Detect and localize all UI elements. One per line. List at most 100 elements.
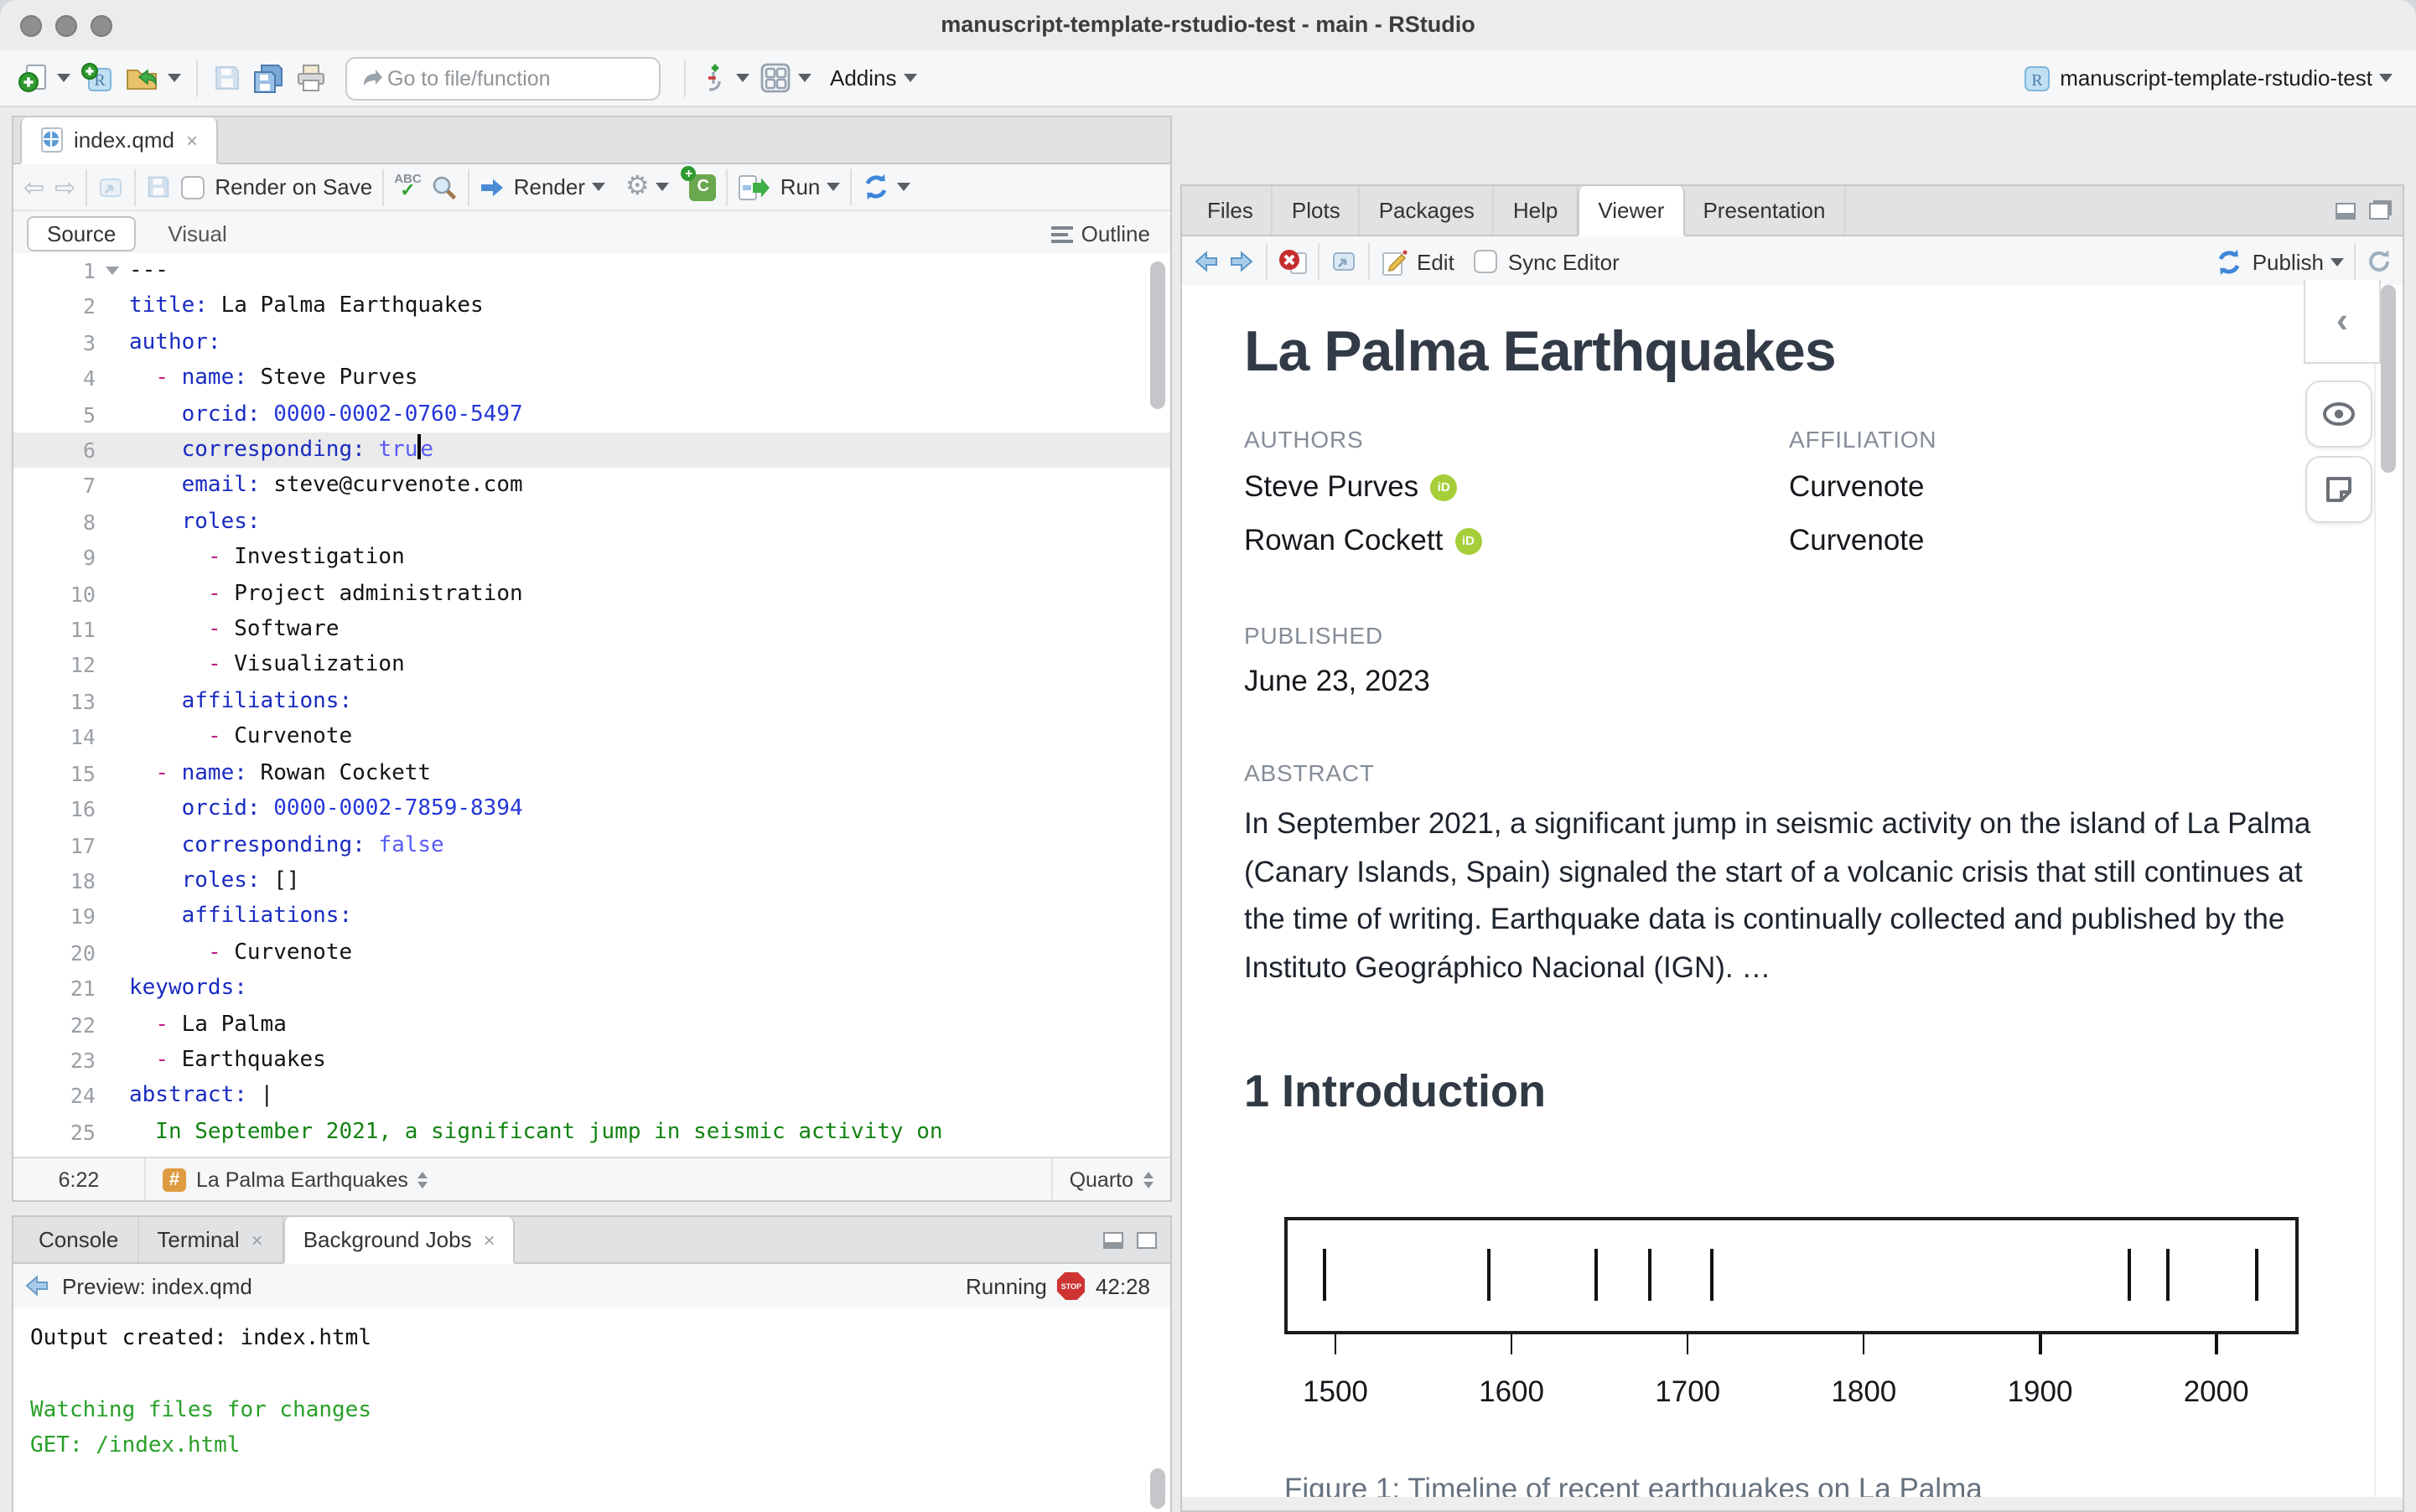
run-button[interactable]: Run xyxy=(780,174,821,199)
code-line[interactable]: 9 - Investigation xyxy=(13,541,1170,577)
close-terminal-icon[interactable]: × xyxy=(251,1228,263,1251)
tab-background-jobs[interactable]: Background Jobs × xyxy=(283,1217,516,1264)
search-icon[interactable] xyxy=(432,173,459,200)
code-line[interactable]: 11 - Software xyxy=(13,612,1170,648)
code-editor[interactable]: 1 --- 2 title: La Palma Earthquakes 3 author:… xyxy=(13,253,1170,1158)
code-line[interactable]: 25 In September 2021, a significant jump… xyxy=(13,1115,1170,1151)
publish-button[interactable]: Publish xyxy=(2253,249,2324,274)
viewer-back-icon[interactable] xyxy=(1192,250,1219,273)
viewer-content[interactable]: La Palma Earthquakes AUTHORS AFFILIATION… xyxy=(1182,285,2403,1510)
notes-button[interactable] xyxy=(2305,456,2372,523)
tab-index-qmd[interactable]: index.qmd × xyxy=(20,117,218,164)
render-caret[interactable] xyxy=(592,183,605,191)
goto-file-input[interactable] xyxy=(384,65,609,91)
version-control-caret xyxy=(736,74,749,82)
clear-viewer-icon[interactable] xyxy=(1278,247,1308,276)
tab-console[interactable]: Console xyxy=(20,1217,139,1262)
console-scrollbar[interactable] xyxy=(1150,1468,1165,1509)
close-background-jobs-icon[interactable]: × xyxy=(484,1228,495,1251)
sync-editor-checkbox[interactable] xyxy=(1474,250,1498,273)
code-line[interactable]: 17 corresponding: false xyxy=(13,827,1170,863)
code-line[interactable]: 13 affiliations: xyxy=(13,684,1170,720)
code-line[interactable]: 7 email: steve@curvenote.com xyxy=(13,469,1170,505)
publish-caret[interactable] xyxy=(2330,257,2344,266)
code-line[interactable]: 3 author: xyxy=(13,325,1170,361)
tab-viewer[interactable]: Viewer xyxy=(1578,186,1685,236)
outline-button[interactable]: Outline xyxy=(1050,221,1157,246)
code-line[interactable]: 20 - Curvenote xyxy=(13,935,1170,971)
gear-icon[interactable]: ⚙ xyxy=(625,173,650,200)
source-caret[interactable] xyxy=(897,183,911,191)
tab-plots[interactable]: Plots xyxy=(1273,186,1361,235)
editor-scrollbar[interactable] xyxy=(1150,261,1165,409)
spellcheck-icon[interactable]: ABC ✓ xyxy=(394,173,422,201)
save-doc-icon[interactable] xyxy=(146,174,171,199)
viewer-forward-icon[interactable] xyxy=(1229,250,1256,273)
new-file-button[interactable] xyxy=(18,62,70,94)
popout-icon[interactable] xyxy=(97,175,124,199)
code-line[interactable]: 22 - La Palma xyxy=(13,1007,1170,1043)
document-outline-selector[interactable]: # La Palma Earthquakes xyxy=(144,1158,445,1200)
code-line[interactable]: 18 roles: [] xyxy=(13,863,1170,899)
forward-icon[interactable]: ⇨ xyxy=(54,172,75,202)
orcid-icon[interactable]: iD xyxy=(1430,474,1458,500)
render-on-save-checkbox[interactable] xyxy=(181,175,205,199)
tab-help[interactable]: Help xyxy=(1495,186,1579,235)
viewer-popout-icon[interactable] xyxy=(1330,250,1358,273)
close-tab-icon[interactable]: × xyxy=(186,128,198,152)
insert-chunk-icon[interactable]: C + xyxy=(681,165,717,200)
mode-visual-button[interactable]: Visual xyxy=(149,218,245,250)
code-line[interactable]: 2 title: La Palma Earthquakes xyxy=(13,289,1170,325)
code-line[interactable]: 16 orcid: 0000-0002-7859-8394 xyxy=(13,791,1170,827)
print-button[interactable] xyxy=(295,64,327,92)
gear-caret[interactable] xyxy=(656,183,670,191)
tab-packages[interactable]: Packages xyxy=(1361,186,1495,235)
new-project-button[interactable]: R xyxy=(80,62,116,94)
code-line[interactable]: 8 roles: xyxy=(13,505,1170,541)
version-control-button[interactable] xyxy=(701,62,749,94)
source-rerun-icon[interactable] xyxy=(862,173,890,201)
save-all-button[interactable] xyxy=(251,63,285,93)
code-line[interactable]: 15 - name: Rowan Cockett xyxy=(13,755,1170,791)
refresh-icon[interactable] xyxy=(2366,248,2393,275)
tab-files[interactable]: Files xyxy=(1189,186,1273,235)
tab-presentation[interactable]: Presentation xyxy=(1684,186,1846,235)
open-file-button[interactable] xyxy=(126,64,181,92)
save-button[interactable] xyxy=(213,64,241,92)
code-line[interactable]: 1 --- xyxy=(13,253,1170,289)
run-caret[interactable] xyxy=(827,183,841,191)
code-line[interactable]: 21 keywords: xyxy=(13,971,1170,1007)
visibility-button[interactable] xyxy=(2305,381,2372,448)
collapse-sidebar-button[interactable]: ‹ xyxy=(2304,280,2381,364)
chevron-left-icon: ‹ xyxy=(2336,301,2348,339)
maximize-viewer-pane-icon[interactable] xyxy=(2369,202,2389,219)
code-line[interactable]: 14 - Curvenote xyxy=(13,720,1170,756)
goto-file-search[interactable] xyxy=(345,56,661,100)
minimize-viewer-pane-icon[interactable] xyxy=(2336,202,2356,219)
maximize-pane-icon[interactable] xyxy=(1137,1231,1157,1248)
job-back-icon[interactable] xyxy=(23,1274,49,1297)
code-line[interactable]: 12 - Visualization xyxy=(13,648,1170,684)
code-line[interactable]: 10 - Project administration xyxy=(13,576,1170,612)
console-output[interactable]: Output created: index.html Watching file… xyxy=(13,1307,1170,1512)
mode-source-button[interactable]: Source xyxy=(27,216,137,251)
render-button[interactable]: Render xyxy=(514,174,585,199)
code-line[interactable]: 23 - Earthquakes xyxy=(13,1043,1170,1079)
orcid-icon[interactable]: iD xyxy=(1454,527,1482,554)
code-line[interactable]: 19 affiliations: xyxy=(13,899,1170,935)
addins-button[interactable]: Addins xyxy=(822,65,917,91)
workspace-panes-button[interactable] xyxy=(760,62,811,94)
back-icon[interactable]: ⇦ xyxy=(23,172,44,202)
code-line[interactable]: 24 abstract: | xyxy=(13,1079,1170,1115)
code-line[interactable]: 6 corresponding: tru e xyxy=(13,432,1170,469)
earthquake-event-tick xyxy=(2128,1249,2132,1302)
tab-terminal[interactable]: Terminal × xyxy=(138,1217,283,1262)
project-selector[interactable]: R manuscript-template-rstudio-test xyxy=(2021,63,2393,93)
viewer-scrollbar[interactable] xyxy=(2381,285,2396,473)
minimize-pane-icon[interactable] xyxy=(1103,1231,1123,1248)
code-line[interactable]: 5 orcid: 0000-0002-0760-5497 xyxy=(13,396,1170,432)
file-type-selector[interactable]: Quarto xyxy=(1050,1158,1170,1200)
edit-button[interactable]: Edit xyxy=(1417,249,1454,274)
code-line[interactable]: 4 - name: Steve Purves xyxy=(13,360,1170,396)
stop-job-icon[interactable]: STOP xyxy=(1056,1271,1086,1300)
